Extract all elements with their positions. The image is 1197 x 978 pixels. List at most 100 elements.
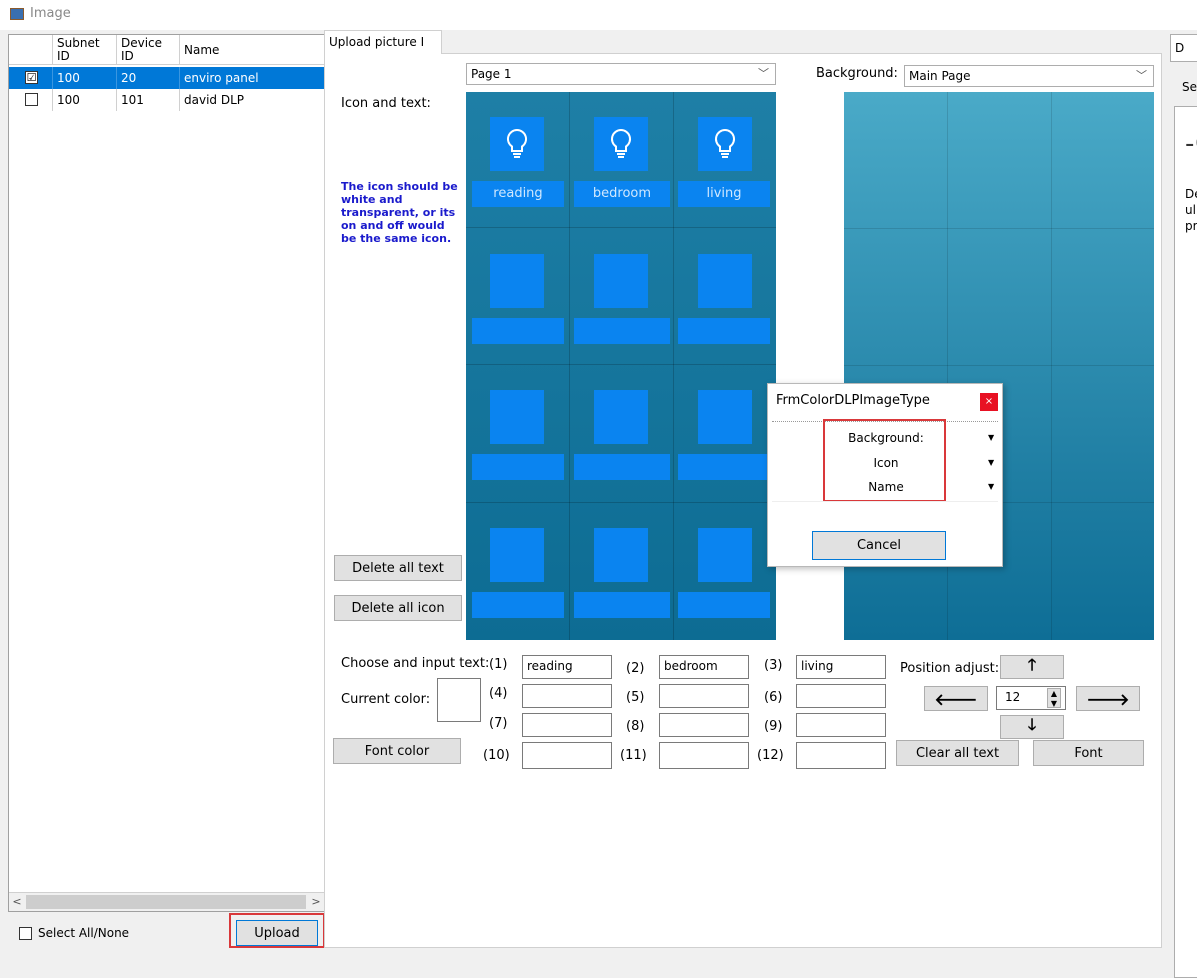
grid-divider <box>1051 92 1052 640</box>
delete-all-icon-button[interactable]: Delete all icon <box>334 595 462 621</box>
menu-item-background[interactable]: Background: <box>828 431 944 445</box>
tile-label-slot[interactable] <box>574 454 670 480</box>
header-name[interactable]: Name <box>180 35 325 65</box>
text-field-1[interactable]: reading <box>522 655 612 679</box>
tile-label[interactable]: living <box>678 181 770 207</box>
text-field-6[interactable] <box>796 684 886 708</box>
header-device-id[interactable]: Device ID <box>117 35 180 65</box>
table-row[interactable]: 100 101 david DLP <box>9 89 325 111</box>
icon-text-label: Icon and text: <box>341 96 431 111</box>
spin-arrows-icon[interactable]: ▲ ▼ <box>1047 688 1061 708</box>
tile-label-slot[interactable] <box>472 454 564 480</box>
scroll-right-icon[interactable]: > <box>308 894 324 910</box>
tile-label-slot[interactable] <box>574 592 670 618</box>
grid-divider <box>466 502 776 503</box>
device-list[interactable]: Subnet ID Device ID Name ☑ 100 20 enviro… <box>8 34 326 912</box>
tile-icon-slot[interactable] <box>698 254 752 308</box>
select-all-label[interactable]: Select All/None <box>38 926 129 940</box>
field-number: (4) <box>489 686 508 701</box>
tile-label-slot[interactable] <box>678 454 770 480</box>
step-value: 12 <box>1005 690 1021 704</box>
move-left-button[interactable]: 🡐 <box>924 686 988 711</box>
field-number: (11) <box>620 748 647 763</box>
grid-divider <box>466 227 776 228</box>
scroll-left-icon[interactable]: < <box>9 894 25 910</box>
tile-label-slot[interactable] <box>472 318 564 344</box>
image-type-dialog[interactable]: FrmColorDLPImageType × Background: Icon … <box>767 383 1003 567</box>
tile-label-slot[interactable] <box>472 592 564 618</box>
field-number: (8) <box>626 719 645 734</box>
grid-divider <box>466 364 776 365</box>
dialog-title: FrmColorDLPImageType <box>776 393 930 408</box>
font-color-button[interactable]: Font color <box>333 738 461 764</box>
background-select[interactable]: Main Page ﹀ <box>904 65 1154 87</box>
tile-icon-slot[interactable] <box>490 528 544 582</box>
text-field-5[interactable] <box>659 684 749 708</box>
bulb-icon[interactable] <box>698 117 752 171</box>
delete-all-text-button[interactable]: Delete all text <box>334 555 462 581</box>
field-number: (2) <box>626 661 645 676</box>
right-tab[interactable]: D <box>1170 34 1197 62</box>
device-cell: 20 <box>117 67 180 89</box>
title-bar: Image <box>0 0 1197 30</box>
row-checkbox[interactable] <box>25 93 38 106</box>
row-check-cell[interactable] <box>9 89 53 111</box>
page-select[interactable]: Page 1 ﹀ <box>466 63 776 85</box>
text-field-9[interactable] <box>796 713 886 737</box>
font-button[interactable]: Font <box>1033 740 1144 766</box>
bulb-icon[interactable] <box>490 117 544 171</box>
header-check-column <box>9 35 53 65</box>
tile-icon-slot[interactable] <box>594 528 648 582</box>
clear-all-text-button[interactable]: Clear all text <box>896 740 1019 766</box>
move-right-button[interactable]: 🡒 <box>1076 686 1140 711</box>
bulb-icon[interactable] <box>594 117 648 171</box>
text-field-10[interactable] <box>522 742 612 769</box>
cancel-button[interactable]: Cancel <box>812 531 946 560</box>
current-color-swatch[interactable] <box>437 678 481 722</box>
tile-icon-slot[interactable] <box>490 390 544 444</box>
submenu-arrow-icon: ▼ <box>988 433 995 442</box>
upload-button[interactable]: Upload <box>236 920 318 946</box>
background-label: Background: <box>816 66 898 81</box>
text-field-12[interactable] <box>796 742 886 769</box>
field-number: (7) <box>489 716 508 731</box>
tile-icon-slot[interactable] <box>594 254 648 308</box>
tile-label[interactable]: bedroom <box>574 181 670 207</box>
tile-label-slot[interactable] <box>678 318 770 344</box>
table-row[interactable]: ☑ 100 20 enviro panel <box>9 67 325 89</box>
menu-item-name[interactable]: Name <box>828 480 944 494</box>
choose-input-label: Choose and input text: <box>341 656 490 671</box>
menu-item-icon[interactable]: Icon <box>828 456 944 470</box>
text-field-11[interactable] <box>659 742 749 769</box>
background-select-value: Main Page <box>909 69 971 83</box>
lightbulb-icon: -Ò <box>1185 129 1197 159</box>
grid-divider <box>844 228 1154 229</box>
text-field-7[interactable] <box>522 713 612 737</box>
tile-label[interactable]: reading <box>472 181 564 207</box>
tile-icon-slot[interactable] <box>698 528 752 582</box>
tab-upload-picture[interactable]: Upload picture I <box>324 30 442 54</box>
tile-label-slot[interactable] <box>574 318 670 344</box>
tile-icon-slot[interactable] <box>490 254 544 308</box>
horizontal-scrollbar[interactable]: < > <box>9 892 325 911</box>
tile-label-slot[interactable] <box>678 592 770 618</box>
select-all-checkbox[interactable] <box>19 927 32 940</box>
text-field-8[interactable] <box>659 713 749 737</box>
step-spinner[interactable]: 12 ▲ ▼ <box>996 686 1066 710</box>
row-checkbox[interactable]: ☑ <box>25 71 38 84</box>
text-field-2[interactable]: bedroom <box>659 655 749 679</box>
text-field-3[interactable]: living <box>796 655 886 679</box>
position-adjust-label: Position adjust: <box>900 661 1000 676</box>
scroll-thumb[interactable] <box>26 895 306 909</box>
tile-icon-slot[interactable] <box>594 390 648 444</box>
name-cell: david DLP <box>184 93 244 107</box>
icon-grid[interactable]: reading bedroom living <box>466 92 776 640</box>
text-field-4[interactable] <box>522 684 612 708</box>
row-check-cell[interactable]: ☑ <box>9 67 53 89</box>
header-subnet-id[interactable]: Subnet ID <box>53 35 117 65</box>
field-number: (3) <box>764 658 783 673</box>
close-icon[interactable]: × <box>980 393 998 411</box>
move-up-button[interactable]: 🡑 <box>1000 655 1064 679</box>
move-down-button[interactable]: 🡓 <box>1000 715 1064 739</box>
tile-icon-slot[interactable] <box>698 390 752 444</box>
